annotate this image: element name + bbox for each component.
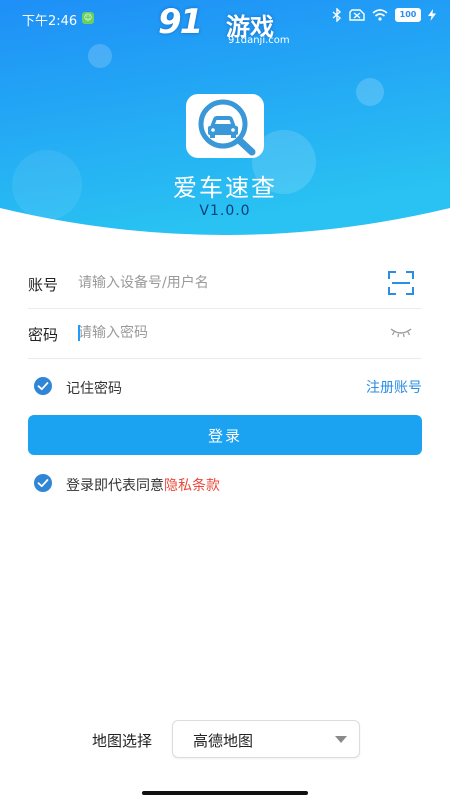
status-time: 下午2:46	[22, 14, 78, 29]
decor-bubble	[88, 44, 112, 68]
privacy-link[interactable]: 隐私条款	[164, 478, 220, 494]
agreement-checkbox[interactable]	[34, 474, 52, 492]
bluetooth-icon	[332, 8, 342, 22]
register-link[interactable]: 注册账号	[366, 377, 422, 397]
status-bar: 下午2:46 ☺ 91 游戏 91danji.com 100	[0, 0, 450, 46]
text-caret	[78, 325, 80, 341]
no-sim-icon	[349, 9, 365, 21]
app-title: 爱车速查	[173, 174, 277, 202]
decor-bubble	[356, 78, 384, 106]
map-select-label: 地图选择	[92, 732, 153, 750]
remember-checkbox[interactable]	[34, 377, 52, 395]
account-input[interactable]	[78, 270, 368, 296]
car-search-icon	[198, 99, 256, 156]
app-logo	[186, 94, 264, 158]
agreement-text: 登录即代表同意	[66, 478, 164, 494]
map-selected-value: 高德地图	[193, 732, 254, 750]
map-select[interactable]: 高德地图	[172, 720, 360, 758]
status-icons: 100	[332, 8, 436, 22]
remember-label: 记住密码	[66, 381, 122, 397]
account-label: 账号	[28, 276, 59, 294]
agreement-label: 登录即代表同意隐私条款	[66, 475, 220, 495]
charging-icon	[428, 9, 436, 21]
scan-icon[interactable]	[388, 271, 414, 295]
check-icon	[37, 382, 49, 391]
watermark-number: 91	[158, 2, 203, 42]
check-icon	[37, 479, 49, 488]
eye-closed-icon[interactable]	[390, 326, 412, 338]
password-row: 密码	[28, 308, 422, 359]
password-label: 密码	[28, 326, 59, 344]
battery-icon: 100	[395, 8, 421, 22]
watermark-domain: 91danji.com	[228, 35, 290, 46]
password-input[interactable]	[78, 320, 368, 346]
app-version: V1.0.0	[199, 203, 251, 219]
account-row: 账号	[28, 258, 422, 309]
home-indicator[interactable]	[142, 791, 308, 795]
triangle-down-icon	[335, 736, 347, 743]
message-icon: ☺	[82, 12, 94, 24]
login-button[interactable]: 登录	[28, 415, 422, 455]
wifi-icon	[372, 9, 388, 21]
